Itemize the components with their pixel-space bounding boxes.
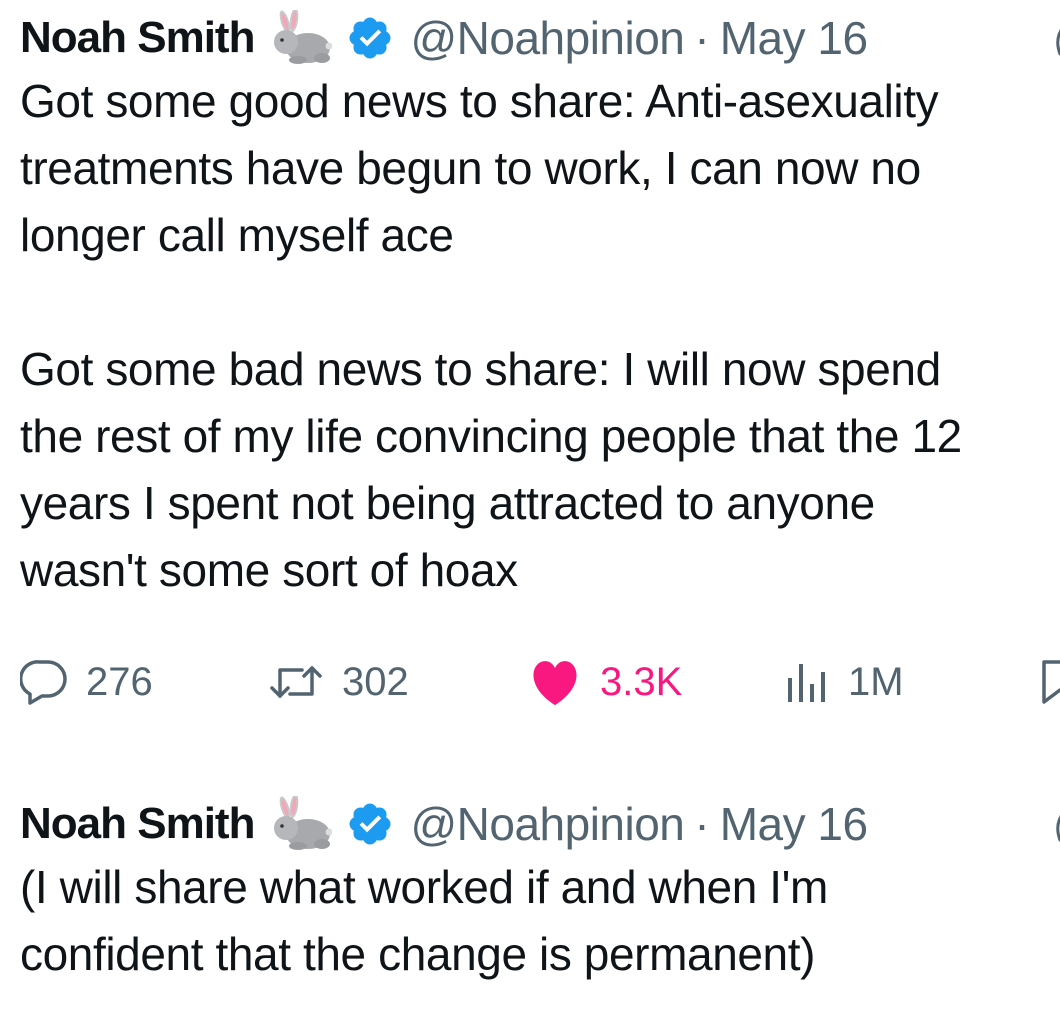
views-count: 1M — [848, 659, 904, 704]
verified-badge-icon — [346, 14, 394, 62]
tweet-header: Noah Smith @Noahpinion · May 16 — [20, 8, 1060, 66]
rabbit-icon — [268, 794, 333, 852]
separator-dot: · — [694, 798, 710, 850]
author-name[interactable]: Noah Smith — [20, 799, 255, 849]
reply-count: 276 — [86, 659, 153, 704]
reply-button[interactable]: 276 — [20, 652, 153, 712]
retweet-count: 302 — [342, 659, 409, 704]
tweet[interactable]: Noah Smith @Noahpinion · May 16 — [20, 794, 1060, 988]
views-button[interactable]: 1M — [784, 652, 904, 712]
retweet-icon — [268, 660, 324, 704]
heart-icon — [528, 658, 582, 706]
tweet-header: Noah Smith @Noahpinion · May 16 — [20, 794, 1060, 852]
views-chart-icon — [784, 660, 830, 704]
retweet-button[interactable]: 302 — [268, 652, 409, 712]
tweet-text: Got some good news to share: Anti-asexua… — [20, 75, 962, 596]
tweet-actions: 276 302 3.3K 1M — [20, 652, 1060, 712]
tweet-text: (I will share what worked if and when I'… — [20, 861, 828, 980]
author-handle[interactable]: @Noahpinion — [410, 797, 684, 851]
reply-icon — [20, 659, 68, 705]
bookmark-button[interactable] — [1040, 652, 1060, 712]
separator-dot: · — [694, 12, 710, 64]
more-options-icon[interactable] — [1052, 810, 1060, 850]
rabbit-icon — [268, 8, 333, 66]
bookmark-icon — [1040, 658, 1060, 706]
author-name[interactable]: Noah Smith — [20, 13, 255, 63]
author-handle[interactable]: @Noahpinion — [410, 11, 684, 65]
like-button[interactable]: 3.3K — [528, 652, 682, 712]
like-count: 3.3K — [600, 659, 683, 704]
verified-badge-icon — [346, 800, 394, 848]
tweet[interactable]: Noah Smith @Noahpinion · May 16 — [20, 8, 1060, 712]
more-options-icon[interactable] — [1052, 24, 1060, 64]
tweet-date[interactable]: May 16 — [720, 797, 868, 851]
tweet-date[interactable]: May 16 — [720, 11, 868, 65]
